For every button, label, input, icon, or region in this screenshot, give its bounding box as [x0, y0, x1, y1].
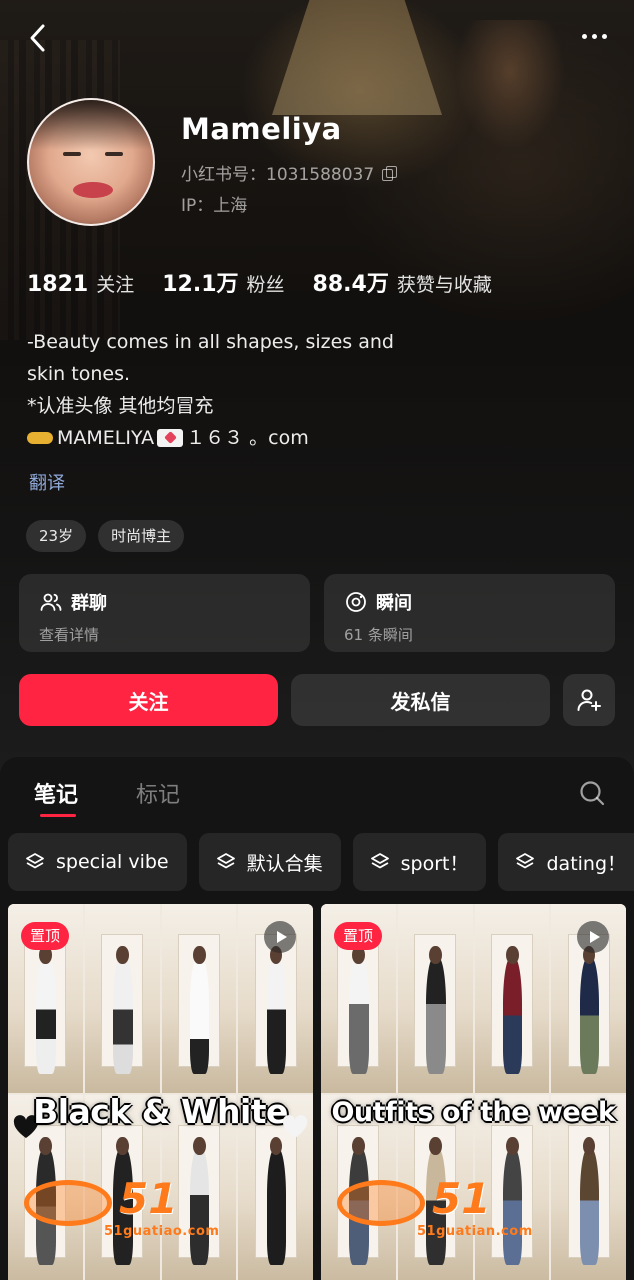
watermark-fish-icon: [337, 1180, 425, 1226]
tag-age: 23岁: [26, 520, 87, 552]
watermark-url: 51guatiao.com: [104, 1224, 220, 1239]
search-icon[interactable]: [578, 779, 606, 807]
bio-email-name: MAMELIYA: [57, 427, 155, 449]
profile-name: Mameliya: [181, 112, 342, 146]
handshake-emoji-icon: [27, 429, 53, 447]
card-title: 群聊: [71, 593, 107, 614]
layers-icon: [26, 853, 44, 869]
feature-cards: 群聊 查看详情 瞬间 61 条瞬间: [19, 574, 615, 652]
video-play-icon: [264, 921, 296, 953]
card-title: 瞬间: [376, 593, 412, 614]
collection-label: 默认合集: [246, 852, 323, 875]
stat-value: 88.4万: [312, 272, 389, 297]
bio-line: MAMELIYA １６３ 。com: [27, 422, 587, 454]
stat-likes-collects[interactable]: 88.4万 获赞与收藏: [313, 266, 492, 298]
stat-value: 1821: [27, 272, 89, 297]
stat-label: 关注: [96, 274, 135, 296]
group-people-icon: [40, 593, 62, 611]
watermark-logo: 51 51guatian.com: [337, 1174, 607, 1244]
bio-email-domain: １６３ 。com: [186, 427, 309, 449]
pinned-badge: 置顶: [21, 922, 70, 950]
watermark-brand: 51: [432, 1174, 491, 1223]
tab-marks[interactable]: 标记: [136, 777, 180, 809]
bio-line: skin tones.: [27, 363, 131, 385]
watermark-logo: 51 51guatiao.com: [24, 1174, 294, 1244]
love-letter-emoji-icon: [157, 429, 184, 447]
profile-actions: 关注 发私信: [19, 674, 615, 726]
avatar[interactable]: [27, 98, 155, 226]
message-button[interactable]: 发私信: [291, 674, 550, 726]
collection-label: special vibe: [56, 851, 169, 873]
group-chat-card[interactable]: 群聊 查看详情: [19, 574, 310, 652]
notes-panel: 笔记 标记 special vibe 默认合集 sport！ dating！ 置…: [0, 757, 634, 1280]
profile-page: Mameliya 小红书号：1031588037 IP：上海 1821 关注 1…: [0, 0, 634, 1280]
card-subtitle: 查看详情: [39, 626, 100, 644]
bio-line: -Beauty comes in all shapes, sizes and: [27, 331, 394, 353]
watermark-fish-icon: [24, 1180, 112, 1226]
content-tabs: 笔记 标记: [0, 757, 634, 821]
note-card[interactable]: 置顶 Outfits of the week 51 51guatian.com: [321, 904, 626, 1280]
active-tab-indicator: [40, 814, 76, 817]
notes-grid: 置顶 Black & White 51 51guatiao.com 置顶 Out…: [8, 904, 626, 1280]
collection-chip[interactable]: dating！: [498, 833, 634, 891]
pinned-badge: 置顶: [334, 922, 383, 950]
layers-icon: [370, 853, 389, 869]
copy-icon[interactable]: [382, 165, 398, 181]
ip-location: IP：上海: [181, 196, 248, 216]
back-chevron-icon: [30, 24, 45, 52]
collection-label: dating！: [546, 852, 627, 875]
translate-link[interactable]: 翻译: [29, 469, 65, 495]
tab-notes[interactable]: 笔记: [34, 777, 78, 809]
moments-card[interactable]: 瞬间 61 条瞬间: [324, 574, 615, 652]
note-overlay-title: Black & White: [33, 1092, 288, 1131]
more-button[interactable]: [574, 26, 614, 46]
collections-row: special vibe 默认合集 sport！ dating！: [8, 833, 634, 891]
red-id-text: 小红书号：1031588037: [181, 165, 375, 185]
collection-chip[interactable]: 默认合集: [198, 833, 341, 891]
layers-icon: [216, 853, 235, 869]
collection-chip[interactable]: sport！: [352, 833, 487, 891]
watermark-brand: 51: [119, 1174, 178, 1223]
collection-label: sport！: [400, 852, 469, 875]
bio-line: *认准头像 其他均冒充: [27, 395, 214, 417]
stat-followers[interactable]: 12.1万 粉丝: [162, 266, 284, 298]
video-play-icon: [577, 921, 609, 953]
stats-row: 1821 关注 12.1万 粉丝 88.4万 获赞与收藏: [27, 266, 492, 298]
card-subtitle: 61 条瞬间: [344, 626, 413, 644]
stat-label: 粉丝: [246, 274, 285, 296]
watermark-url: 51guatian.com: [417, 1224, 533, 1239]
stat-following[interactable]: 1821 关注: [27, 270, 134, 297]
red-id[interactable]: 小红书号：1031588037: [181, 160, 398, 185]
add-user-icon: [577, 689, 601, 711]
note-overlay-title: Outfits of the week: [331, 1097, 616, 1128]
stat-label: 获赞与收藏: [396, 274, 492, 296]
stat-value: 12.1万: [162, 272, 239, 297]
back-button[interactable]: [20, 18, 56, 58]
layers-icon: [516, 853, 535, 869]
more-dots-icon: [581, 33, 587, 39]
note-card[interactable]: 置顶 Black & White 51 51guatiao.com: [8, 904, 313, 1280]
add-friend-button[interactable]: [563, 674, 615, 726]
profile-tags: 23岁 时尚博主: [26, 520, 185, 552]
collection-chip[interactable]: special vibe: [8, 833, 187, 891]
white-heart-icon: [282, 1115, 308, 1138]
tag-occupation: 时尚博主: [98, 520, 185, 552]
bio: -Beauty comes in all shapes, sizes and s…: [27, 326, 587, 454]
moment-camera-icon: [346, 592, 366, 612]
follow-button[interactable]: 关注: [19, 674, 278, 726]
